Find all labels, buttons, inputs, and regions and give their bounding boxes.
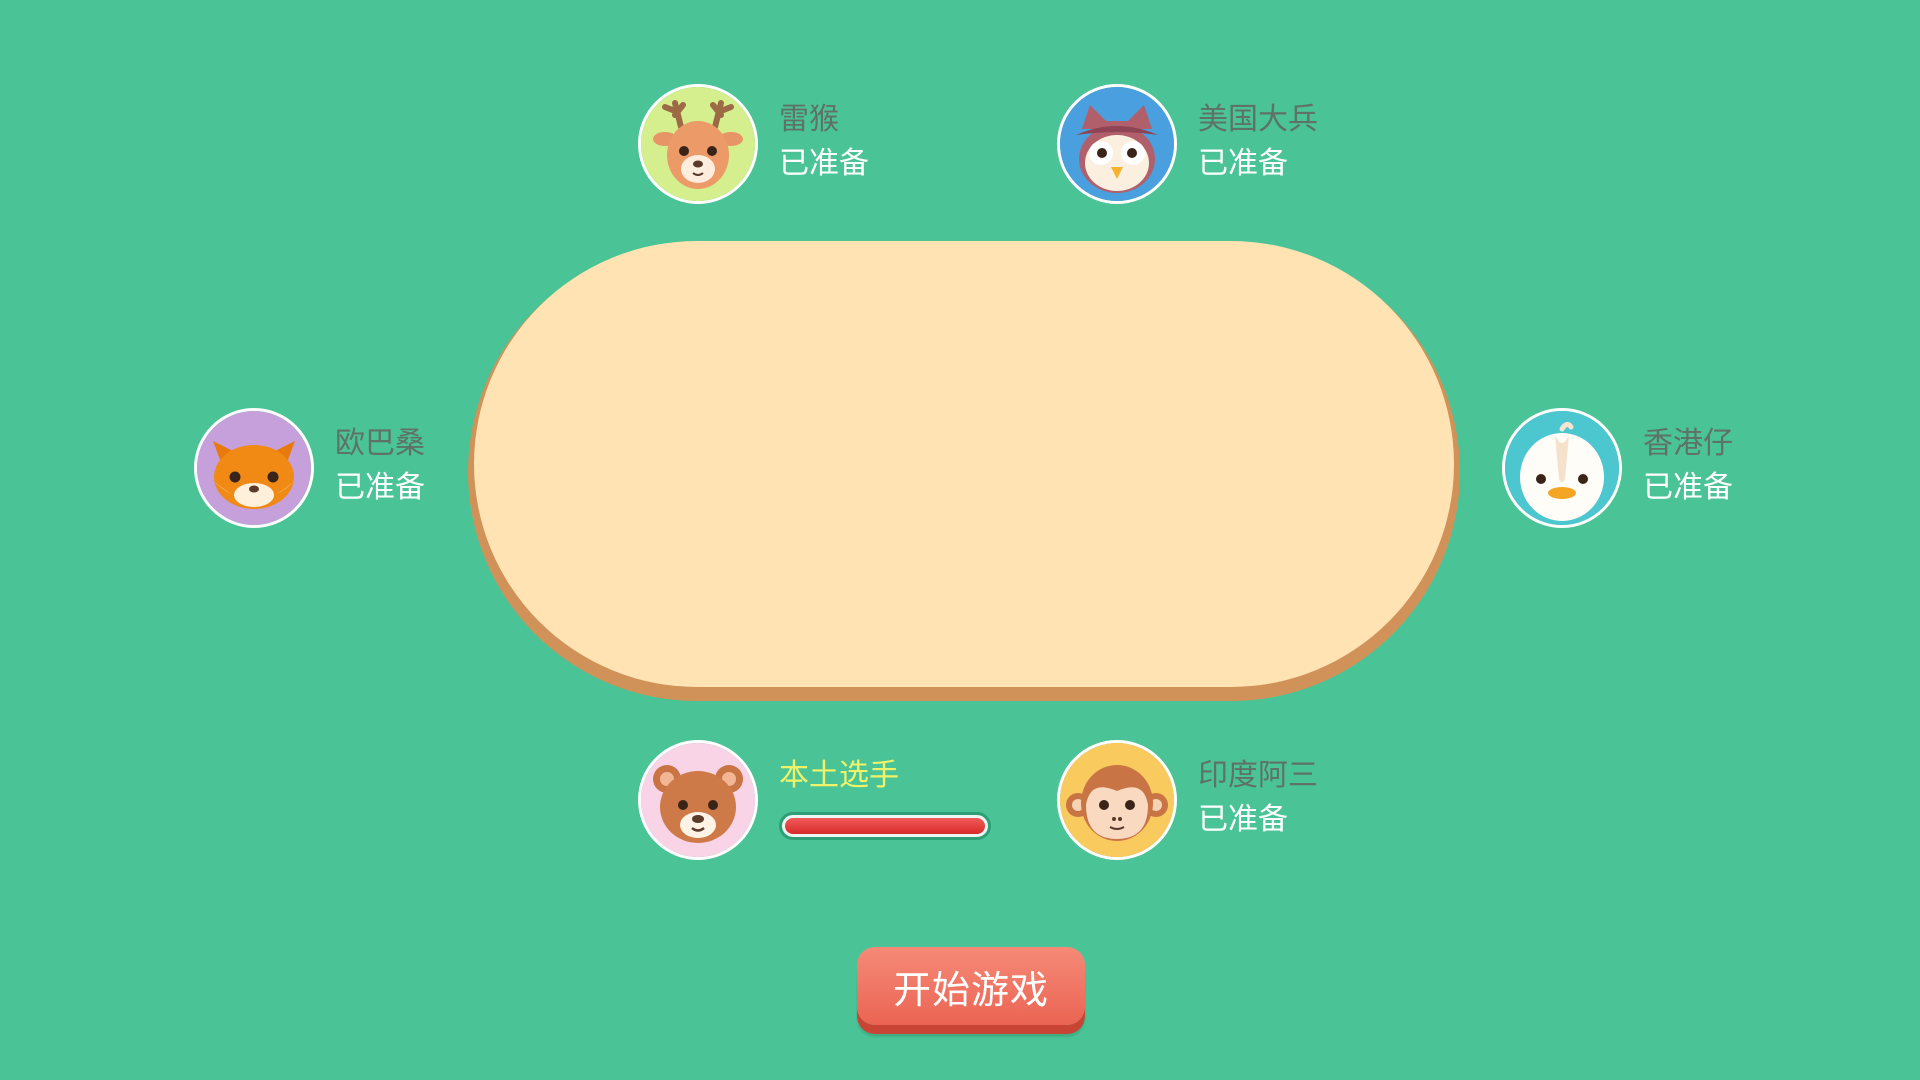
- ready-status: 已准备: [1643, 470, 1733, 505]
- player-avatar[interactable]: [1502, 408, 1622, 528]
- ready-status: 已准备: [1198, 802, 1288, 837]
- player-avatar[interactable]: [194, 408, 314, 528]
- loading-progress-bar: [779, 812, 991, 840]
- player-avatar[interactable]: [1057, 740, 1177, 860]
- player-avatar[interactable]: [638, 740, 758, 860]
- ready-status: 已准备: [335, 470, 425, 505]
- player-name: 美国大兵: [1198, 102, 1318, 137]
- player-name: 香港仔: [1643, 426, 1733, 461]
- monkey-icon: [1060, 743, 1174, 857]
- start-game-button[interactable]: 开始游戏: [857, 947, 1085, 1025]
- game-table: [474, 241, 1454, 687]
- fox-icon: [197, 411, 311, 525]
- progress-fill: [785, 818, 985, 834]
- player-name: 本土选手: [779, 758, 899, 793]
- ready-status: 已准备: [779, 146, 869, 181]
- owl-icon: [1060, 87, 1174, 201]
- ready-status: 已准备: [1198, 146, 1288, 181]
- duck-icon: [1505, 411, 1619, 525]
- player-avatar[interactable]: [638, 84, 758, 204]
- player-name: 印度阿三: [1198, 758, 1318, 793]
- deer-icon: [641, 87, 755, 201]
- player-name: 雷猴: [779, 102, 839, 137]
- player-name: 欧巴桑: [335, 426, 425, 461]
- bear-icon: [641, 743, 755, 857]
- player-avatar[interactable]: [1057, 84, 1177, 204]
